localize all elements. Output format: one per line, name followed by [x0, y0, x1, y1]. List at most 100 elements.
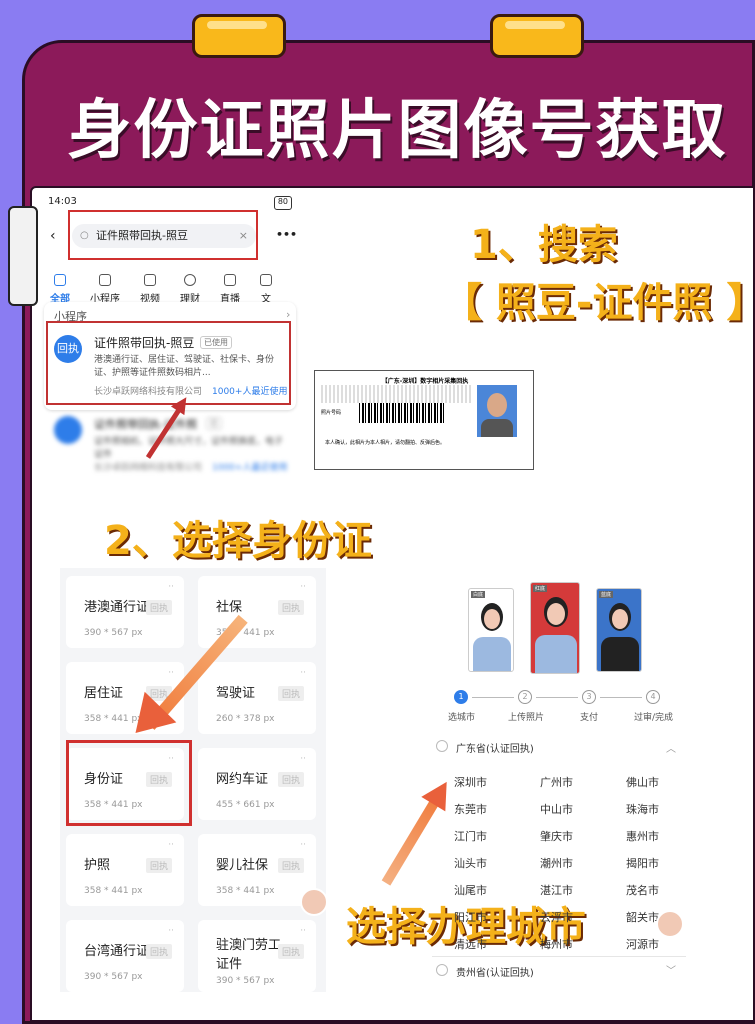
idcard-highlight-box	[66, 740, 192, 826]
binder-ring-left	[192, 14, 286, 58]
city-option[interactable]: 江门市	[454, 828, 487, 844]
receipt-fine-print	[321, 385, 471, 403]
doc-type-size: 260 * 378 px	[216, 714, 275, 724]
result2-company: 长沙卓跃网络科技有限公司	[94, 463, 203, 473]
back-icon[interactable]: ‹	[50, 228, 56, 244]
doc-type-tag: 回执	[277, 600, 304, 615]
step-dot-3: 3	[582, 690, 596, 704]
tab-finance[interactable]: 理财	[180, 274, 200, 305]
step-label-1: 选城市	[448, 713, 476, 723]
tv-icon	[224, 274, 236, 286]
doc-type-name: 港澳通行证	[84, 600, 150, 615]
city-option[interactable]: 东莞市	[454, 801, 487, 817]
more-icon[interactable]: ··	[168, 582, 174, 592]
doc-icon	[260, 274, 272, 286]
doc-type-size: 390 * 567 px	[216, 976, 275, 986]
more-icon[interactable]: ··	[300, 582, 306, 592]
doc-type-tag: 回执	[277, 772, 304, 787]
chevron-up-icon[interactable]: ︿	[666, 740, 676, 755]
city-option[interactable]: 肇庆市	[540, 828, 573, 844]
tab-video[interactable]: 视频	[140, 274, 160, 305]
city-option[interactable]: 汕尾市	[454, 882, 487, 898]
city-option[interactable]: 阳江市	[454, 909, 487, 925]
tab-live[interactable]: 直播	[220, 274, 240, 305]
city-option[interactable]: 汕头市	[454, 855, 487, 871]
more-icon[interactable]: ··	[168, 840, 174, 850]
more-icon[interactable]: ··	[300, 754, 306, 764]
doc-type-size: 358 * 441 px	[84, 886, 143, 896]
city-option[interactable]: 梅州市	[540, 936, 573, 952]
city-option[interactable]: 云浮市	[540, 909, 573, 925]
tab-all[interactable]: 全部	[50, 274, 70, 305]
city-option[interactable]: 广州市	[540, 774, 573, 790]
more-icon[interactable]: ··	[300, 668, 306, 678]
doc-type-tag: 回执	[145, 944, 172, 959]
chevron-right-icon[interactable]: ›	[286, 308, 290, 321]
doc-type-name: 驻澳门劳工证件	[216, 938, 282, 972]
tab-article[interactable]: 文	[260, 274, 272, 305]
grid-icon	[54, 274, 66, 286]
photo-red[interactable]: 红底	[530, 582, 580, 674]
city-option[interactable]: 河源市	[626, 936, 659, 952]
doc-type-card[interactable]: ·· 港澳通行证 回执 390 * 567 px	[66, 576, 184, 648]
step-dot-2: 2	[518, 690, 532, 704]
doc-type-tag: 回执	[145, 600, 172, 615]
doc-type-card[interactable]: ·· 网约车证 回执 455 * 661 px	[198, 748, 316, 820]
photo-samples: 白底 红底 蓝底	[468, 582, 642, 674]
city-option[interactable]: 湛江市	[540, 882, 573, 898]
more-icon[interactable]: ··	[168, 668, 174, 678]
status-battery: 80	[273, 196, 292, 210]
step-dot-4: 4	[646, 690, 660, 704]
city-option[interactable]: 惠州市	[626, 828, 659, 844]
more-icon[interactable]: ··	[300, 840, 306, 850]
doc-type-size: 390 * 567 px	[84, 972, 143, 982]
city-option[interactable]: 茂名市	[626, 882, 659, 898]
more-icon[interactable]: ··	[300, 926, 306, 936]
photo-blue[interactable]: 蓝底	[596, 588, 642, 672]
tab-miniprogram[interactable]: 小程序	[90, 274, 120, 305]
search-highlight-box	[68, 210, 258, 260]
city-option[interactable]: 韶关市	[626, 909, 659, 925]
doc-type-card[interactable]: ·· 台湾通行证 回执 390 * 567 px	[66, 920, 184, 992]
app-logo-2	[54, 416, 82, 444]
result-highlight-box	[46, 321, 291, 405]
city-option[interactable]: 潮州市	[540, 855, 573, 871]
doc-type-card[interactable]: ·· 社保 回执 358 * 441 px	[198, 576, 316, 648]
doc-type-name: 护照	[84, 858, 111, 873]
province2-header[interactable]: 贵州省(认证回执)	[456, 964, 534, 979]
doc-type-card[interactable]: ·· 驾驶证 回执 260 * 378 px	[198, 662, 316, 734]
doc-type-card[interactable]: ·· 婴儿社保 回执 358 * 441 px	[198, 834, 316, 906]
step-label-4: 过审/完成	[634, 713, 674, 723]
city-option[interactable]: 清远市	[454, 936, 487, 952]
doc-type-name: 社保	[216, 600, 243, 615]
receipt-photo	[477, 385, 517, 437]
photo-white[interactable]: 白底	[468, 588, 514, 672]
step-dot-1: 1	[454, 690, 468, 704]
yen-icon	[184, 274, 196, 286]
avatar-1	[300, 888, 328, 916]
doc-type-name: 台湾通行证	[84, 944, 150, 959]
result2-desc: 证件照相机、证件照大尺寸，证件照换底，电子证件	[94, 437, 284, 460]
province-header[interactable]: 广东省(认证回执)	[456, 740, 534, 755]
city-option[interactable]: 深圳市	[454, 774, 487, 790]
page-title: 身份证照片图像号获取	[67, 94, 728, 168]
doc-type-name: 网约车证	[216, 772, 269, 787]
more-icon[interactable]: •••	[276, 228, 297, 241]
receipt-document: 【广东-深圳】数字相片采集回执 照片号码 本人确认，此相片为本人相片，请勿翻拍、…	[314, 370, 534, 470]
city-option[interactable]: 中山市	[540, 801, 573, 817]
city-option[interactable]: 珠海市	[626, 801, 659, 817]
city-option[interactable]: 揭阳市	[626, 855, 659, 871]
step1-title: 1、搜索	[470, 222, 618, 268]
doc-type-tag: 回执	[277, 944, 304, 959]
doc-type-size: 358 * 441 px	[216, 886, 275, 896]
doc-type-card[interactable]: ·· 护照 回执 358 * 441 px	[66, 834, 184, 906]
step2-title: 2、选择身份证	[104, 518, 372, 564]
chevron-down-icon[interactable]: ﹀	[666, 962, 676, 977]
city-option[interactable]: 佛山市	[626, 774, 659, 790]
doc-type-tag: 回执	[277, 686, 304, 701]
more-icon[interactable]: ··	[168, 926, 174, 936]
receipt-header: 【广东-深圳】数字相片采集回执	[381, 378, 469, 385]
avatar-2	[656, 910, 684, 938]
receipt-footer: 本人确认，此相片为本人相片，请勿翻拍、反弹后色。	[325, 440, 446, 446]
doc-type-card[interactable]: ·· 驻澳门劳工证件 回执 390 * 567 px	[198, 920, 316, 992]
